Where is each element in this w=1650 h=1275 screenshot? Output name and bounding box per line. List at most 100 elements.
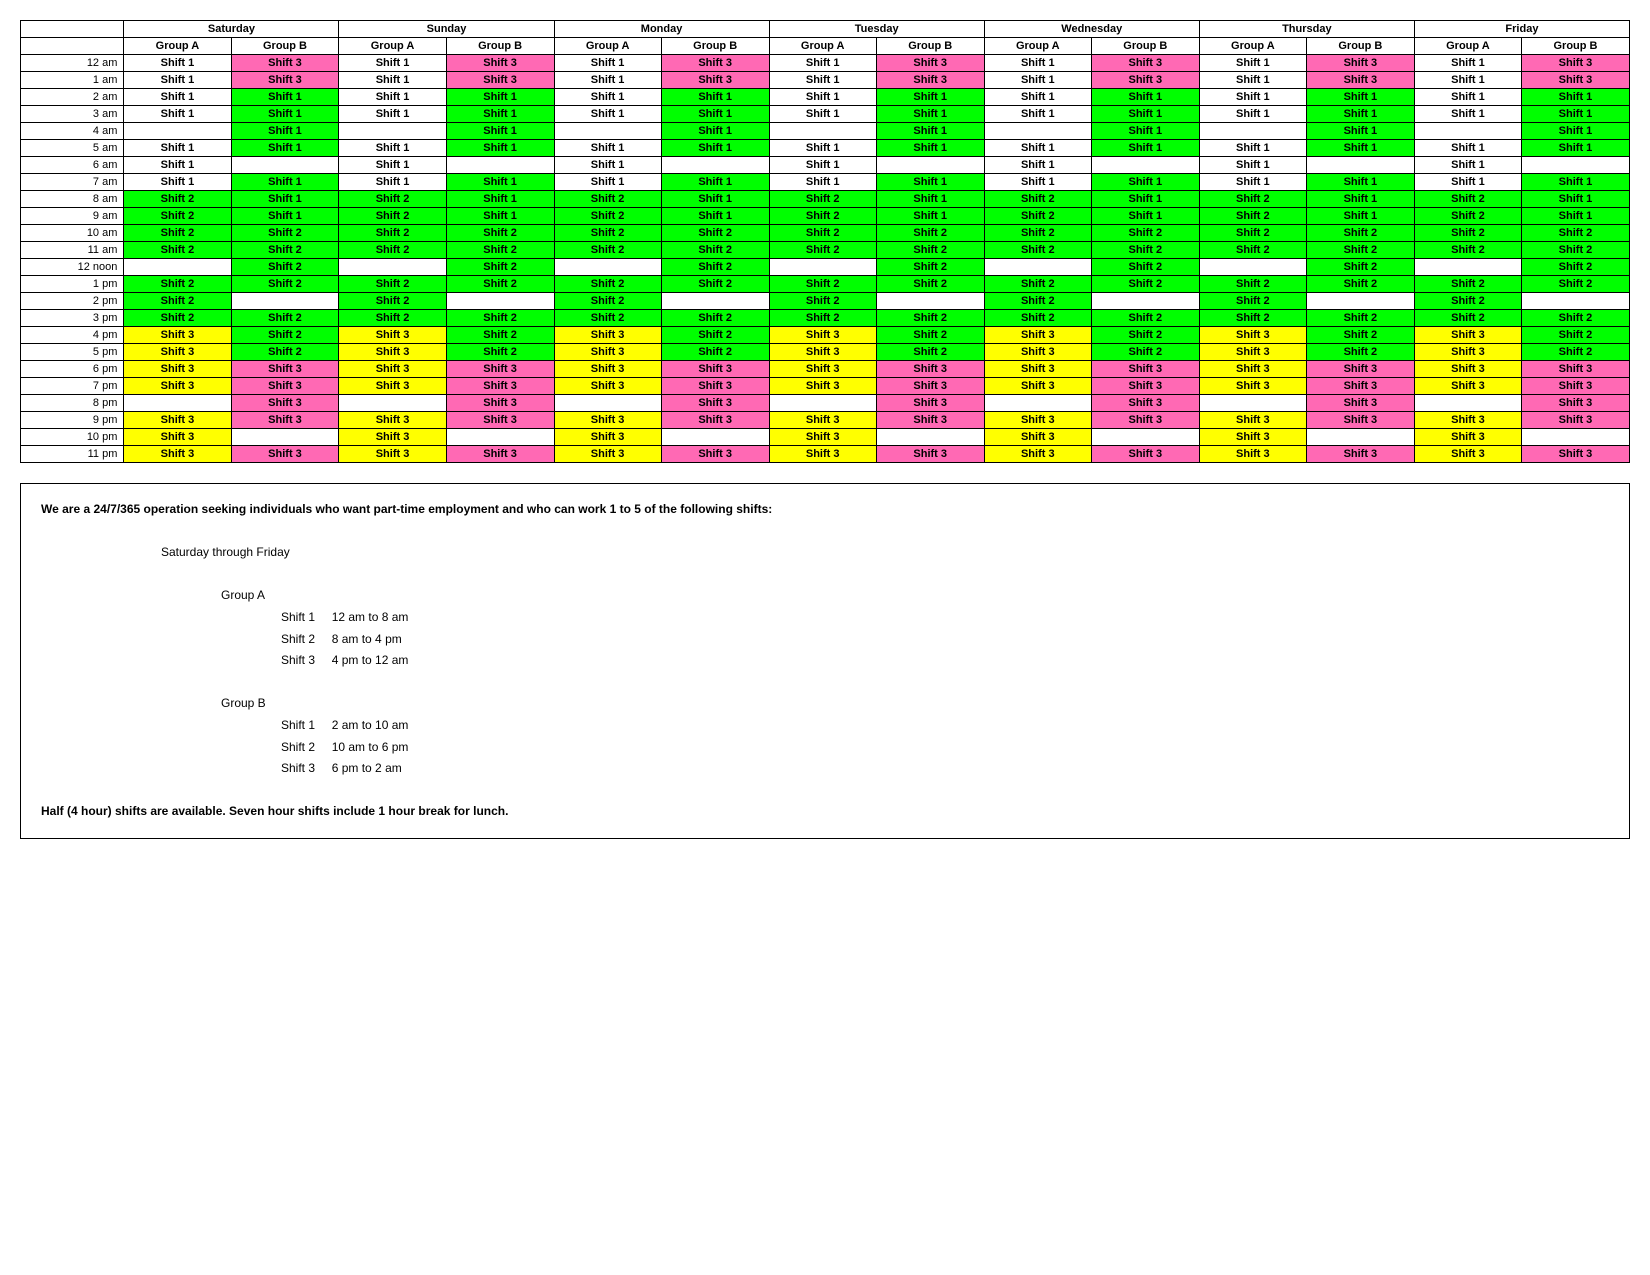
shift-cell: Shift 3 [231,378,339,395]
sat-groupA-header: Group A [124,38,231,55]
shift-cell: Shift 3 [124,446,231,463]
shift-cell: Shift 3 [554,327,661,344]
shift-cell: Shift 2 [339,242,446,259]
shift-cell: Shift 3 [1521,55,1629,72]
shift-cell: Shift 3 [554,412,661,429]
shift-cell: Shift 3 [446,378,554,395]
time-label: 4 pm [21,327,124,344]
shift-cell: Shift 2 [876,327,984,344]
shift-cell [339,123,446,140]
shift-cell: Shift 3 [1199,412,1306,429]
shift-cell: Shift 3 [1521,446,1629,463]
shift-cell: Shift 2 [661,327,769,344]
shift-cell: Shift 3 [339,446,446,463]
mon-groupA-header: Group A [554,38,661,55]
shift-cell: Shift 3 [1414,412,1521,429]
shift-cell [1306,157,1414,174]
shift-cell: Shift 3 [1306,412,1414,429]
shift-cell: Shift 1 [339,72,446,89]
shift-cell: Shift 3 [1414,446,1521,463]
shift-cell: Shift 2 [124,208,231,225]
sunday-header: Sunday [339,21,554,38]
shift-cell: Shift 1 [1521,208,1629,225]
shift-cell: Shift 3 [1521,412,1629,429]
shift-cell: Shift 2 [769,310,876,327]
shift-cell: Shift 3 [876,395,984,412]
time-label: 10 pm [21,429,124,446]
shift-cell: Shift 3 [1521,72,1629,89]
shift-cell: Shift 1 [554,72,661,89]
sun-groupB-header: Group B [446,38,554,55]
shift-cell: Shift 3 [876,412,984,429]
shift-cell: Shift 1 [876,123,984,140]
shift-cell: Shift 2 [1414,208,1521,225]
shift-cell [984,259,1091,276]
table-row: 2 amShift 1Shift 1Shift 1Shift 1Shift 1S… [21,89,1630,106]
shift-cell: Shift 2 [1199,191,1306,208]
shift-cell: Shift 1 [1521,106,1629,123]
shift-cell: Shift 2 [1199,310,1306,327]
shift-cell: Shift 3 [124,361,231,378]
shift-cell: Shift 3 [1306,72,1414,89]
info-groupB-shift1: Shift 1 2 am to 10 am [281,715,1609,737]
table-row: 7 pmShift 3Shift 3Shift 3Shift 3Shift 3S… [21,378,1630,395]
shift-cell [661,429,769,446]
shift-cell: Shift 2 [1199,242,1306,259]
shift-cell: Shift 1 [661,208,769,225]
shift-cell: Shift 3 [769,429,876,446]
shift-cell [876,293,984,310]
shift-cell: Shift 1 [1414,106,1521,123]
time-label: 12 am [21,55,124,72]
shift-cell: Shift 3 [876,55,984,72]
shift-cell [1199,259,1306,276]
shift-cell: Shift 2 [1306,242,1414,259]
shift-cell: Shift 3 [1306,395,1414,412]
time-label: 8 pm [21,395,124,412]
shift-cell: Shift 3 [1091,412,1199,429]
shift-cell: Shift 3 [984,412,1091,429]
shift-cell: Shift 1 [1414,72,1521,89]
shift-cell: Shift 3 [339,327,446,344]
shift-cell: Shift 3 [554,344,661,361]
shift-cell: Shift 2 [446,310,554,327]
shift-cell: Shift 3 [661,395,769,412]
shift-cell: Shift 3 [769,344,876,361]
shift-cell: Shift 1 [1414,55,1521,72]
mon-groupB-header: Group B [661,38,769,55]
shift-cell: Shift 2 [446,242,554,259]
shift-cell [661,293,769,310]
fri-groupA-header: Group A [1414,38,1521,55]
shift-cell: Shift 2 [1306,259,1414,276]
shift-cell: Shift 3 [1414,429,1521,446]
shift-cell [1521,293,1629,310]
shift-cell [1091,293,1199,310]
shift-cell: Shift 1 [339,106,446,123]
shift-cell: Shift 2 [876,310,984,327]
shift-cell: Shift 2 [1521,225,1629,242]
shift-cell [124,395,231,412]
shift-cell: Shift 2 [984,293,1091,310]
shift-cell: Shift 1 [1414,89,1521,106]
shift-cell: Shift 3 [339,378,446,395]
shift-cell: Shift 2 [1414,310,1521,327]
shift-cell: Shift 3 [339,344,446,361]
shift-cell: Shift 2 [769,276,876,293]
shift-cell: Shift 1 [231,123,339,140]
info-group-a: Group A [221,585,1609,607]
shift-cell: Shift 1 [231,208,339,225]
shift-cell: Shift 1 [1199,72,1306,89]
shift-cell: Shift 1 [124,72,231,89]
shift-cell: Shift 1 [1199,174,1306,191]
time-label: 2 pm [21,293,124,310]
time-label: 1 am [21,72,124,89]
shift-cell: Shift 2 [1521,276,1629,293]
shift-cell: Shift 2 [769,191,876,208]
shift-cell: Shift 2 [554,310,661,327]
shift-cell: Shift 3 [231,72,339,89]
shift-cell [231,157,339,174]
shift-cell: Shift 1 [1091,106,1199,123]
shift-cell: Shift 1 [876,106,984,123]
fri-groupB-header: Group B [1521,38,1629,55]
shift-cell: Shift 3 [1199,361,1306,378]
time-label: 5 am [21,140,124,157]
